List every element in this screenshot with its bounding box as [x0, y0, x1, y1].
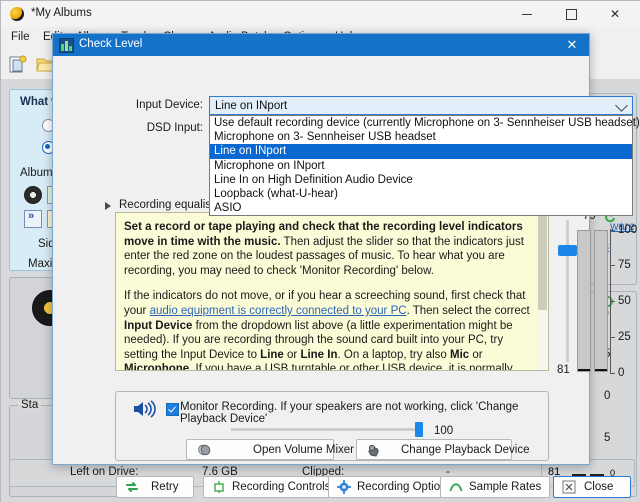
input-device-label: Input Device:: [135, 99, 203, 111]
help-p2-bold3: Line In: [300, 348, 338, 361]
playback-volume-slider-track[interactable]: [231, 428, 421, 431]
input-device-combobox[interactable]: Line on INport: [209, 96, 633, 115]
help-p2-bold4: Mic: [450, 348, 470, 361]
meter-label-50: 50: [618, 295, 631, 307]
help-scrollbar-thumb[interactable]: [538, 214, 547, 310]
level-meter-right: [594, 230, 608, 372]
dropdown-option-default[interactable]: Use default recording device (currently …: [210, 116, 640, 130]
dropdown-option-line-inport[interactable]: Line on INport: [210, 144, 632, 159]
recording-controls-label: Recording Controls: [232, 481, 331, 493]
audio-equipment-link[interactable]: audio equipment is correctly connected t…: [150, 305, 407, 317]
gear-icon: [337, 480, 351, 494]
meter-tick-50: [610, 301, 615, 302]
dropdown-option-asio[interactable]: ASIO: [210, 201, 632, 215]
open-volume-mixer-label: Open Volume Mixer: [253, 443, 354, 456]
cd-icon: [24, 186, 42, 204]
app-logo-icon: [10, 7, 24, 21]
check-level-dialog: Check Level ✕ Input Device: DSD Input: L…: [52, 33, 640, 498]
volume-mixer-icon: [198, 444, 211, 456]
dialog-title: Check Level: [79, 37, 143, 50]
window-close-button[interactable]: ✕: [593, 1, 637, 27]
right-tick-50: 0: [604, 390, 611, 402]
dropdown-option-loopback[interactable]: Loopback (what-U-hear): [210, 187, 632, 201]
retry-button[interactable]: Retry: [116, 476, 194, 498]
screen: *My Albums ✕ File Edit Album Track Clean…: [0, 0, 640, 502]
dropdown-option-line-in-hd[interactable]: Line In on High Definition Audio Device: [210, 173, 632, 187]
recording-level-slider-track[interactable]: [566, 220, 569, 362]
help-p2-b: . Then select the correct: [406, 304, 530, 317]
right-tick-25: 5: [604, 432, 611, 444]
recording-level-value: 81: [557, 364, 570, 376]
app-title: *My Albums: [31, 7, 92, 19]
status-group-legend: Sta: [18, 399, 42, 411]
help-p2-d: or: [283, 348, 301, 361]
meter-label-100: 100: [618, 224, 638, 236]
monitor-recording-checkbox[interactable]: [166, 403, 179, 416]
meter-tick-75: [610, 265, 615, 266]
retry-icon: [126, 482, 138, 492]
meter-tick-0: [610, 373, 615, 374]
expand-triangle-icon: [105, 202, 111, 210]
meter-tick-25: [610, 337, 615, 338]
close-x-icon: [562, 480, 576, 494]
retry-label: Retry: [151, 481, 179, 493]
recording-controls-icon: [214, 481, 224, 493]
close-button[interactable]: Close: [553, 476, 631, 498]
wave-icon: [449, 483, 463, 492]
help-p2-bold2: Line: [260, 348, 284, 361]
dialog-title-bar: Check Level ✕: [53, 34, 589, 56]
help-p2-f: or: [469, 348, 483, 361]
playback-device-icon: [368, 444, 379, 457]
recording-controls-button[interactable]: Recording Controls: [203, 476, 338, 498]
window-minimize-button[interactable]: [505, 1, 549, 27]
help-p2-bold1: Input Device: [124, 319, 193, 332]
help-text-panel: Set a record or tape playing and check t…: [115, 212, 549, 371]
skip-icon[interactable]: [24, 210, 42, 228]
meter-label-0: 0: [618, 367, 625, 379]
input-device-value: Line on INport: [215, 99, 288, 112]
change-playback-device-label: Change Playback Device: [401, 443, 530, 456]
app-title-bar: *My Albums ✕: [1, 1, 640, 27]
meter-label-25: 25: [618, 331, 631, 343]
change-playback-device-button[interactable]: Change Playback Device: [356, 439, 530, 460]
playback-volume-slider-thumb[interactable]: [415, 422, 423, 437]
window-maximize-button[interactable]: [549, 1, 593, 27]
open-volume-mixer-button[interactable]: Open Volume Mixer: [186, 439, 354, 460]
dsd-input-label: DSD Input:: [146, 122, 203, 134]
new-document-icon[interactable]: [7, 53, 29, 75]
recording-options-label: Recording Options: [357, 481, 453, 493]
input-device-dropdown-list[interactable]: Use default recording device (currently …: [209, 115, 640, 217]
monitor-recording-label: Monitor Recording. If your speakers are …: [180, 401, 519, 425]
help-p2-e: . On a laptop, try also: [337, 348, 451, 361]
help-paragraph-2: If the indicators do not move, or if you…: [124, 289, 538, 371]
recording-level-slider-thumb[interactable]: [558, 245, 582, 256]
level-meter-left-peak: [578, 369, 590, 371]
speaker-icon: [134, 400, 156, 418]
level-meter-right-peak: [595, 369, 607, 371]
dropdown-option-mic-inport[interactable]: Microphone on INport: [210, 159, 632, 173]
menu-file[interactable]: File: [11, 31, 30, 43]
level-meter-icon: [59, 38, 74, 53]
chevron-down-icon: [615, 99, 628, 112]
dialog-close-icon[interactable]: ✕: [555, 34, 589, 56]
help-paragraph-1: Set a record or tape playing and check t…: [124, 220, 538, 278]
meter-tick-100: [610, 230, 615, 231]
help-p2-bold5: Microphone: [124, 363, 190, 371]
playback-volume-value: 100: [434, 425, 454, 437]
level-meter-left: [577, 230, 591, 372]
sample-rates-button[interactable]: Sample Rates: [440, 476, 550, 498]
sample-rates-label: Sample Rates: [469, 481, 542, 493]
close-label: Close: [584, 481, 614, 493]
dropdown-option-sennheiser[interactable]: Microphone on 3- Sennheiser USB headset: [210, 130, 632, 144]
meter-label-75: 75: [618, 259, 631, 271]
